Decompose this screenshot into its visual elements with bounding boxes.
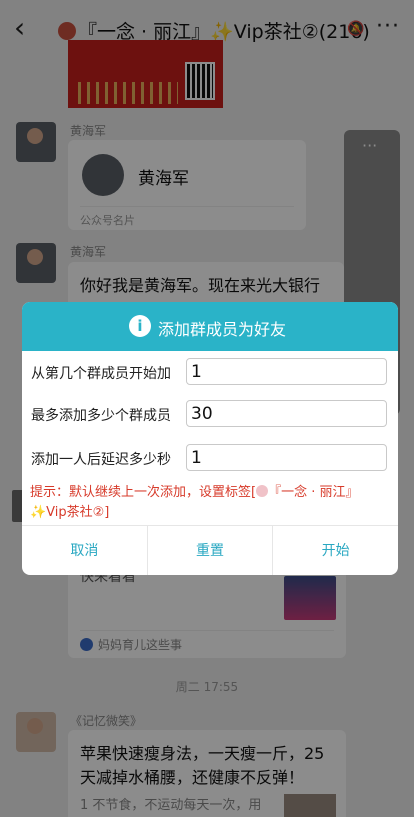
start-button[interactable]: 开始 bbox=[272, 526, 398, 575]
dialog-header: i 添加群成员为好友 bbox=[22, 302, 398, 351]
delay-seconds-input[interactable] bbox=[186, 444, 387, 471]
cancel-button[interactable]: 取消 bbox=[22, 526, 147, 575]
start-index-label: 从第几个群成员开始加 bbox=[31, 366, 171, 382]
reset-button[interactable]: 重置 bbox=[146, 526, 273, 575]
add-members-dialog: i 添加群成员为好友 从第几个群成员开始加 最多添加多少个群成员 添加一人后延迟… bbox=[22, 302, 398, 575]
info-icon: i bbox=[129, 315, 151, 337]
delay-seconds-label: 添加一人后延迟多少秒 bbox=[31, 452, 171, 468]
max-count-label: 最多添加多少个群成员 bbox=[31, 408, 171, 424]
flower-icon bbox=[256, 485, 269, 497]
start-index-input[interactable] bbox=[186, 358, 387, 385]
max-count-input[interactable] bbox=[186, 400, 387, 427]
dialog-title: 添加群成员为好友 bbox=[158, 320, 287, 339]
dialog-button-bar: 取消 重置 开始 bbox=[22, 525, 398, 575]
tip-text: 提示：默认继续上一次添加，设置标签[『一念 · 丽江』✨Vip茶社②] bbox=[30, 485, 359, 520]
